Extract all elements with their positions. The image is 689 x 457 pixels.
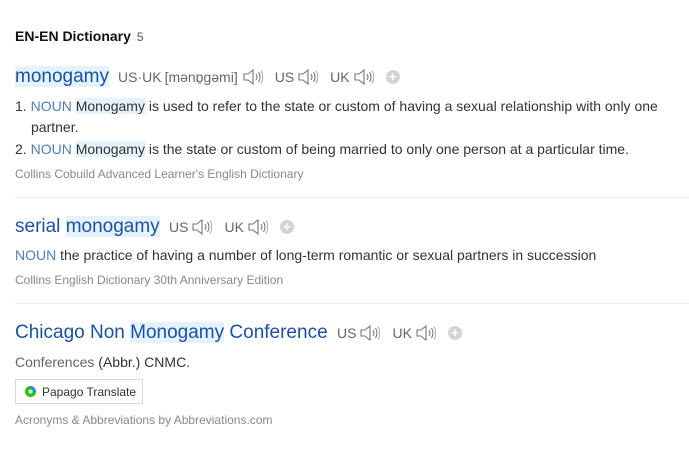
definition-text: is the state or custom of being married … [144, 141, 629, 157]
definition-2: 2. NOUN Monogamy is the state or custom … [15, 139, 629, 160]
pron-uk-label: UK [224, 219, 244, 235]
papago-label[interactable]: Papago Translate [42, 385, 136, 399]
speaker-icon[interactable] [359, 324, 381, 342]
plus-icon[interactable]: + [447, 326, 462, 340]
pron-uk-label: UK [392, 325, 412, 341]
pronunciation-row: US·UK [mənɒ̱ɡəmi] US UK + [118, 68, 400, 86]
entry-word-chicago-non-monogamy-conference[interactable]: Chicago Non Monogamy Conference [15, 322, 328, 344]
source-label: Collins Cobuild Advanced Learner's Engli… [15, 167, 304, 181]
dictionary-title: EN-EN Dictionary [15, 28, 131, 44]
divider [15, 197, 689, 198]
pron-us-uk-label: US·UK [118, 69, 162, 85]
category-label: Conferences [15, 354, 95, 370]
entry-word-highlight[interactable]: Monogamy [130, 322, 225, 343]
part-of-speech: NOUN [30, 98, 72, 114]
speaker-icon[interactable] [191, 218, 213, 236]
papago-translate-button[interactable]: Papago Translate [15, 379, 143, 404]
definition-text: the practice of having a number of long-… [60, 247, 597, 263]
pron-uk-label: UK [330, 69, 350, 85]
definition-1: 1. NOUN Monogamy is used to refer to the… [15, 96, 658, 138]
speaker-icon[interactable] [247, 218, 269, 236]
definition-text: (Abbr.) CNMC. [98, 354, 191, 370]
entry-word-text[interactable]: monogamy [15, 66, 109, 87]
entry-word-text[interactable]: serial [15, 216, 66, 237]
divider [15, 303, 689, 304]
entry-word-serial-monogamy[interactable]: serial monogamy [15, 216, 160, 238]
speaker-icon[interactable] [353, 68, 375, 86]
highlighted-term: Monogamy [75, 141, 145, 157]
definition-1: NOUN the practice of having a number of … [15, 245, 596, 266]
ipa-text: [mənɒ̱ɡəmi] [164, 69, 238, 85]
part-of-speech: NOUN [30, 141, 72, 157]
papago-logo-icon [25, 386, 36, 397]
speaker-icon[interactable] [297, 68, 319, 86]
entry-word-monogamy[interactable]: monogamy [15, 66, 109, 88]
dictionary-header: EN-EN Dictionary 5 [15, 28, 144, 44]
source-label: Collins English Dictionary 30th Annivers… [15, 273, 284, 287]
pronunciation-row: US UK + [169, 218, 294, 236]
pron-us-label: US [337, 325, 357, 341]
definition-text: is used to refer to the state or custom … [144, 98, 658, 114]
speaker-icon[interactable] [415, 324, 437, 342]
source-label: Acronyms & Abbreviations by Abbreviation… [15, 413, 273, 427]
definition-number: 1. [15, 98, 27, 114]
speaker-icon[interactable] [242, 68, 264, 86]
part-of-speech: NOUN [15, 247, 57, 263]
result-count: 5 [136, 30, 144, 44]
pron-us-label: US [274, 69, 295, 85]
entry-word-text[interactable]: Chicago Non [15, 322, 130, 343]
pron-us-label: US [169, 219, 189, 235]
plus-icon[interactable]: + [279, 220, 294, 234]
plus-icon[interactable]: + [385, 70, 400, 84]
definition-text-cont: partner. [31, 119, 79, 135]
entry-word-tail[interactable]: Conference [224, 322, 327, 343]
definition-number: 2. [15, 141, 27, 157]
entry-word-highlight[interactable]: monogamy [65, 216, 160, 237]
highlighted-term: Monogamy [75, 98, 145, 114]
definition-1: Conferences (Abbr.) CNMC. [15, 352, 190, 373]
pronunciation-row: US UK + [337, 324, 462, 342]
